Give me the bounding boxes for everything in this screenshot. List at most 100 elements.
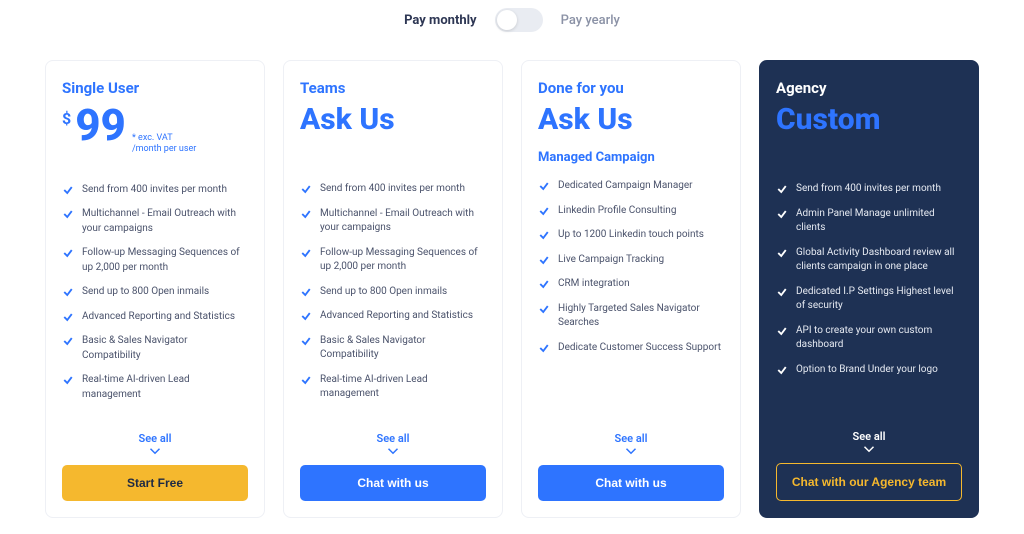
check-icon [538,205,550,217]
check-icon [538,229,550,241]
feature-text: Send up to 800 Open inmails [320,285,447,300]
check-icon [62,311,74,323]
chat-with-us-button[interactable]: Chat with us [538,465,724,501]
feature-text: Up to 1200 Linkedin touch points [558,228,704,243]
check-icon [62,247,74,259]
chat-agency-button[interactable]: Chat with our Agency team [776,463,962,501]
check-icon [538,254,550,266]
check-icon [62,208,74,220]
feature-text: Dedicated I.P Settings Highest level of … [796,285,962,314]
check-icon [300,208,312,220]
feature-item: Dedicated I.P Settings Highest level of … [776,285,962,314]
feature-item: Follow-up Messaging Sequences of up 2,00… [300,246,486,275]
price-text: Ask Us [300,103,486,136]
feature-text: API to create your own custom dashboard [796,324,962,353]
feature-text: Dedicated Campaign Manager [558,179,693,194]
feature-text: Multichannel - Email Outreach with your … [82,207,248,236]
feature-item: Send from 400 invites per month [300,182,486,197]
feature-item: Dedicated Campaign Manager [538,179,724,194]
see-all-link[interactable]: See all [62,432,248,445]
check-icon [62,184,74,196]
feature-text: Advanced Reporting and Statistics [82,310,235,325]
check-icon [538,342,550,354]
feature-text: Advanced Reporting and Statistics [320,309,473,324]
feature-item: Follow-up Messaging Sequences of up 2,00… [62,246,248,275]
feature-text: Send from 400 invites per month [320,182,465,197]
check-icon [62,374,74,386]
feature-item: CRM integration [538,277,724,292]
billing-toggle[interactable] [495,8,543,32]
plan-subtitle: Managed Campaign [538,150,724,165]
price-text: Ask Us [538,103,724,136]
feature-text: Multichannel - Email Outreach with your … [320,207,486,236]
price-amount: 99 [75,103,126,147]
feature-item: Dedicate Customer Success Support [538,341,724,356]
check-icon [776,183,788,195]
plan-card-agency: Agency Custom Send from 400 invites per … [759,60,979,518]
start-free-button[interactable]: Start Free [62,465,248,501]
see-all-link[interactable]: See all [776,430,962,443]
feature-item: Basic & Sales Navigator Compatibility [62,334,248,363]
check-icon [300,335,312,347]
see-all-link[interactable]: See all [538,432,724,445]
feature-text: Send up to 800 Open inmails [82,285,209,300]
feature-text: Send from 400 invites per month [796,182,941,197]
currency-symbol: $ [62,109,71,128]
check-icon [300,286,312,298]
feature-text: Real-time AI-driven Lead management [82,373,248,402]
feature-text: Linkedin Profile Consulting [558,204,676,219]
price-note-vat: * exc. VAT [132,133,196,144]
chevron-down-icon [387,447,399,455]
feature-item: Option to Brand Under your logo [776,363,962,378]
feature-text: Send from 400 invites per month [82,183,227,198]
feature-item: Linkedin Profile Consulting [538,204,724,219]
check-icon [538,303,550,315]
check-icon [300,183,312,195]
feature-item: Real-time AI-driven Lead management [300,373,486,402]
feature-item: Global Activity Dashboard review all cli… [776,246,962,275]
feature-item: Multichannel - Email Outreach with your … [62,207,248,236]
feature-item: Basic & Sales Navigator Compatibility [300,334,486,363]
feature-text: Live Campaign Tracking [558,253,664,268]
feature-item: Multichannel - Email Outreach with your … [300,207,486,236]
feature-item: Highly Targeted Sales Navigator Searches [538,302,724,331]
price-note-period: /month per user [132,144,196,155]
check-icon [776,208,788,220]
see-all-link[interactable]: See all [300,432,486,445]
feature-item: Send from 400 invites per month [776,182,962,197]
toggle-label-monthly: Pay monthly [404,13,477,28]
feature-list: Send from 400 invites per month Multicha… [300,182,486,428]
check-icon [538,180,550,192]
feature-text: Real-time AI-driven Lead management [320,373,486,402]
plan-card-teams: Teams Ask Us Send from 400 invites per m… [283,60,503,518]
feature-item: Advanced Reporting and Statistics [62,310,248,325]
feature-text: Admin Panel Manage unlimited clients [796,207,962,236]
check-icon [538,278,550,290]
chat-with-us-button[interactable]: Chat with us [300,465,486,501]
check-icon [300,310,312,322]
feature-item: Real-time AI-driven Lead management [62,373,248,402]
feature-item: Live Campaign Tracking [538,253,724,268]
price-text: Custom [776,103,962,136]
feature-text: Basic & Sales Navigator Compatibility [320,334,486,363]
plan-card-done-for-you: Done for you Ask Us Managed Campaign Ded… [521,60,741,518]
check-icon [776,325,788,337]
feature-text: Option to Brand Under your logo [796,363,938,378]
feature-item: API to create your own custom dashboard [776,324,962,353]
feature-text: Global Activity Dashboard review all cli… [796,246,962,275]
feature-list: Send from 400 invites per month Admin Pa… [776,182,962,426]
chevron-down-icon [625,447,637,455]
billing-toggle-row: Pay monthly Pay yearly [0,0,1024,42]
check-icon [62,335,74,347]
plan-name: Agency [776,79,962,97]
plan-name: Teams [300,79,486,97]
feature-text: Follow-up Messaging Sequences of up 2,00… [82,246,248,275]
price-notes: * exc. VAT /month per user [132,133,196,155]
feature-list: Dedicated Campaign Manager Linkedin Prof… [538,179,724,428]
check-icon [300,247,312,259]
chevron-down-icon [149,447,161,455]
feature-text: CRM integration [558,277,630,292]
plan-card-single-user: Single User $ 99 * exc. VAT /month per u… [45,60,265,518]
chevron-down-icon [863,445,875,453]
feature-text: Highly Targeted Sales Navigator Searches [558,302,724,331]
